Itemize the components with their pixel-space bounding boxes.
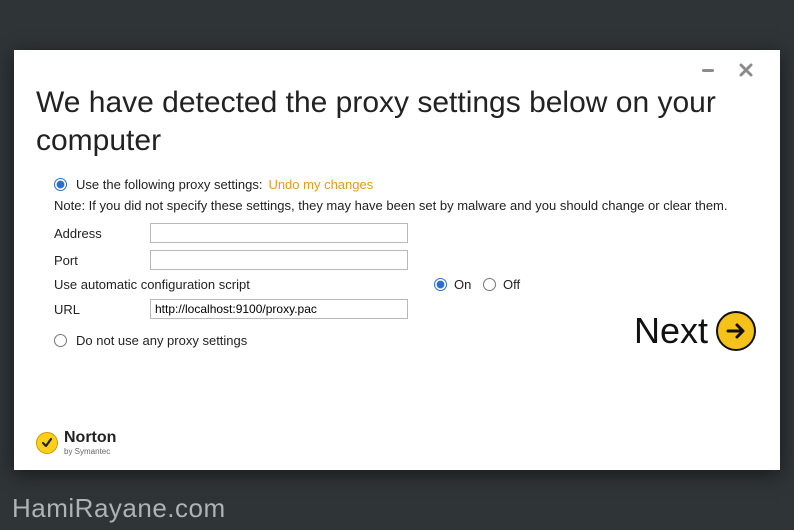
brand-name: Norton (64, 430, 116, 446)
off-label: Off (503, 277, 520, 292)
next-label: Next (634, 310, 708, 352)
close-icon (739, 63, 753, 77)
on-label: On (454, 277, 471, 292)
use-proxy-radio[interactable] (54, 178, 67, 191)
minimize-icon (701, 63, 715, 77)
port-input[interactable] (150, 250, 408, 270)
titlebar (36, 60, 758, 78)
norton-check-icon (36, 432, 58, 454)
address-input[interactable] (150, 223, 408, 243)
watermark: HamiRayane.com (12, 493, 226, 524)
next-button[interactable]: Next (634, 310, 756, 352)
dialog-window: We have detected the proxy settings belo… (14, 50, 780, 470)
brand-sub: by Symantec (64, 448, 116, 456)
auto-config-label: Use automatic configuration script (54, 277, 434, 292)
undo-changes-link[interactable]: Undo my changes (268, 177, 373, 192)
use-proxy-label: Use the following proxy settings: (76, 177, 262, 192)
minimize-button[interactable] (700, 62, 716, 78)
auto-config-off-radio[interactable] (483, 278, 496, 291)
close-button[interactable] (738, 62, 754, 78)
url-label: URL (54, 302, 150, 317)
no-proxy-radio[interactable] (54, 334, 67, 347)
address-label: Address (54, 226, 150, 241)
url-input[interactable] (150, 299, 408, 319)
page-title: We have detected the proxy settings belo… (36, 84, 758, 159)
no-proxy-label: Do not use any proxy settings (76, 333, 247, 348)
next-arrow-icon (716, 311, 756, 351)
malware-note: Note: If you did not specify these setti… (54, 198, 758, 213)
brand-logo: Norton by Symantec (36, 430, 116, 456)
port-label: Port (54, 253, 150, 268)
auto-config-on-radio[interactable] (434, 278, 447, 291)
